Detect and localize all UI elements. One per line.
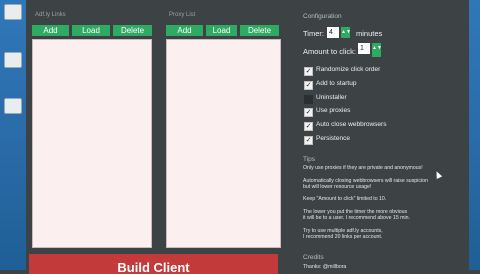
tips-title: Tips (303, 156, 316, 163)
option-startup[interactable]: ✓ Add to startup (304, 80, 454, 90)
credits-text: Thanks: @millbora (303, 264, 347, 270)
desktop-background-right (469, 0, 480, 270)
proxy-load-button[interactable]: Load (206, 25, 237, 36)
amount-spinner[interactable]: ▲▼ (372, 43, 382, 57)
links-panel-title: Adf.ly Links (35, 12, 66, 18)
option-use-proxies[interactable]: ✓ Use proxies (304, 107, 454, 117)
option-auto-close[interactable]: ✓ Auto close webbrowsers (304, 121, 454, 131)
checkbox-checked-icon[interactable]: ✓ (304, 81, 313, 90)
timer-spinner[interactable]: ▲▼ (341, 27, 351, 38)
desktop-background-left (0, 0, 26, 270)
configuration-title: Configuration (303, 13, 342, 20)
builder-window: Adf.ly Links Add Load Delete Proxy List … (26, 0, 469, 274)
checkbox-checked-icon[interactable]: ✓ (304, 108, 313, 117)
option-randomize[interactable]: ✓ Randomize click order (304, 66, 454, 76)
amount-input[interactable]: 1 (358, 43, 370, 54)
spinner-arrows-icon: ▲▼ (372, 45, 382, 51)
credits-title: Credits (303, 254, 324, 261)
desktop-shortcut-icon[interactable] (4, 98, 22, 114)
option-label: Use proxies (316, 107, 351, 114)
checkbox-unchecked-icon[interactable] (304, 95, 313, 104)
timer-input[interactable]: 4 (327, 27, 339, 38)
tip-line: I recommend 20 links per account. (303, 234, 383, 241)
timer-label: Timer: (303, 29, 324, 38)
option-persistence[interactable]: ✓ Persistence (304, 135, 454, 145)
option-label: Add to startup (316, 80, 357, 87)
links-add-button[interactable]: Add (32, 25, 69, 36)
proxy-listbox[interactable] (166, 39, 281, 248)
links-listbox[interactable] (32, 39, 152, 248)
links-load-button[interactable]: Load (72, 25, 110, 36)
build-client-button[interactable]: Build Client (29, 254, 278, 274)
option-label: Randomize click order (316, 66, 381, 73)
amount-label: Amount to click: (303, 47, 356, 56)
option-label: Uninstaller (316, 94, 347, 101)
proxy-add-button[interactable]: Add (166, 25, 203, 36)
option-label: Auto close webbrowsers (316, 121, 387, 128)
proxy-panel-title: Proxy List (169, 12, 196, 18)
checkbox-checked-icon[interactable]: ✓ (304, 122, 313, 131)
links-delete-button[interactable]: Delete (113, 25, 152, 36)
spinner-arrows-icon: ▲▼ (341, 29, 351, 35)
option-label: Persistence (316, 135, 350, 142)
desktop-shortcut-icon[interactable] (4, 4, 22, 20)
desktop-shortcut-icon[interactable] (4, 52, 22, 68)
option-uninstaller[interactable]: Uninstaller (304, 94, 454, 104)
proxy-delete-button[interactable]: Delete (240, 25, 279, 36)
checkbox-checked-icon[interactable]: ✓ (304, 67, 313, 76)
timer-unit-label: minutes (356, 29, 383, 38)
checkbox-checked-icon[interactable]: ✓ (304, 136, 313, 145)
